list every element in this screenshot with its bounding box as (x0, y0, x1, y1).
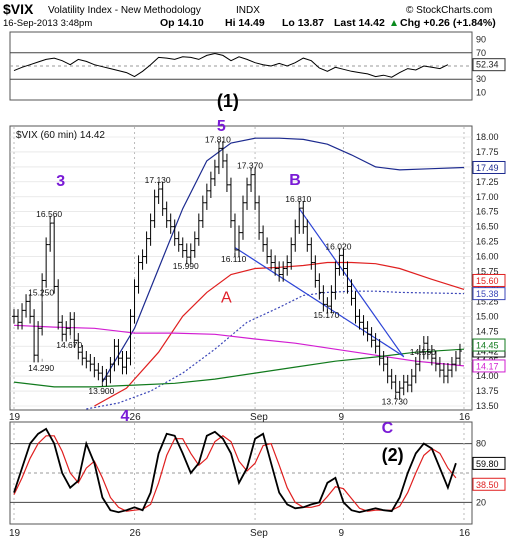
rsi-tick-label: 70 (476, 48, 486, 58)
price-tick-label: 17.75 (476, 147, 499, 157)
last-value: Last 14.42 (334, 17, 385, 29)
stoch-x-tick: 16 (459, 528, 471, 539)
badge-label: 15.60 (476, 276, 499, 286)
badge-label: 14.17 (476, 361, 499, 371)
rsi-tick-label: 30 (476, 74, 486, 84)
stoch-last-badge: 38.50 (472, 477, 506, 491)
wave-label: C (382, 420, 394, 437)
change-value: Chg +0.26 (+1.84%) (400, 17, 496, 29)
price-tick-label: 14.75 (476, 326, 499, 336)
price-annotation: 16.560 (36, 209, 62, 219)
rsi-tick-label: 10 (476, 87, 486, 97)
last-value-badge: 15.60 (472, 273, 506, 287)
stoch-tick-label: 20 (476, 497, 486, 507)
price-annotation: 16.810 (285, 194, 311, 204)
stoch-x-tick: Sep (250, 528, 268, 539)
price-annotation: 15.990 (173, 261, 199, 271)
price-tick-label: 16.50 (476, 222, 499, 232)
wave-label: (2) (382, 445, 404, 465)
price-annotation: 16.110 (221, 254, 247, 264)
price-tick-label: 18.00 (476, 132, 499, 142)
last-value-badge: 15.38 (472, 287, 506, 301)
price-tick-label: 17.00 (476, 192, 499, 202)
price-tick-label: 16.00 (476, 252, 499, 262)
price-tick-label: 16.25 (476, 237, 499, 247)
stoch-x-tick: 26 (130, 528, 142, 539)
price-x-tick: 16 (459, 412, 471, 423)
badge-label: 15.38 (476, 289, 499, 299)
chart-header: $VIX Volatility Index - New Methodology … (3, 1, 496, 29)
price-annotation: 17.810 (205, 134, 231, 144)
datetime: 16-Sep-2013 3:48pm (3, 18, 92, 29)
badge-label: 38.50 (476, 480, 499, 490)
price-annotation: 14.550 (410, 347, 436, 357)
instrument-name: Volatility Index - New Methodology (48, 5, 201, 16)
price-annotation: 15.170 (313, 310, 339, 320)
watermark: © StockCharts.com (406, 5, 492, 16)
price-annotation: 14.670 (56, 340, 82, 350)
wave-label: B (289, 172, 301, 189)
stockcharts-vix-chart: $VIX Volatility Index - New Methodology … (3, 1, 506, 539)
price-x-tick: 9 (338, 412, 344, 423)
badge-label: 17.49 (476, 163, 499, 173)
price-x-tick: 19 (9, 412, 21, 423)
badge-label: 14.45 (476, 341, 499, 351)
exchange: INDX (236, 5, 260, 16)
price-tick-label: 17.25 (476, 177, 499, 187)
price-annotation: 16.020 (325, 241, 351, 251)
last-value-badge: 14.17 (472, 359, 506, 373)
price-tick-label: 13.50 (476, 401, 499, 411)
stoch-last-badge: 59.80 (472, 456, 506, 470)
price-annotation: 15.250 (28, 287, 54, 297)
stoch-x-tick: 9 (338, 528, 344, 539)
price-annotation: 17.130 (145, 175, 171, 185)
price-tick-label: 16.75 (476, 207, 499, 217)
price-annotation: 13.900 (88, 386, 114, 396)
price-tick-label: 14.00 (476, 371, 499, 381)
wave-label: 4 (120, 408, 129, 425)
open-value: Op 14.10 (160, 17, 204, 29)
rsi-last-label: 52.34 (476, 60, 499, 70)
high-value: Hi 14.49 (225, 17, 265, 29)
last-value-badge: 14.45 (472, 338, 506, 352)
price-annotation: 17.370 (237, 161, 263, 171)
stoch-x-tick: 19 (9, 528, 21, 539)
wave-label: (1) (217, 91, 239, 111)
price-annotation: 14.290 (28, 363, 54, 373)
price-x-tick: Sep (250, 412, 268, 423)
stoch-tick-label: 80 (476, 439, 486, 449)
symbol: $VIX (3, 1, 34, 17)
badge-label: 59.80 (476, 459, 499, 469)
wave-label: 5 (217, 118, 226, 135)
price-tick-label: 15.00 (476, 311, 499, 321)
wave-label: 3 (56, 173, 65, 190)
low-value: Lo 13.87 (282, 17, 324, 29)
price-annotation: 13.730 (382, 396, 408, 406)
wave-label: A (221, 290, 232, 307)
price-panel-title: $VIX (60 min) 14.42 (16, 130, 105, 141)
price-x-tick: 26 (130, 412, 142, 423)
price-tick-label: 13.75 (476, 386, 499, 396)
up-arrow-icon (391, 20, 397, 26)
last-value-badge: 17.49 (472, 160, 506, 174)
rsi-tick-label: 90 (476, 35, 486, 45)
